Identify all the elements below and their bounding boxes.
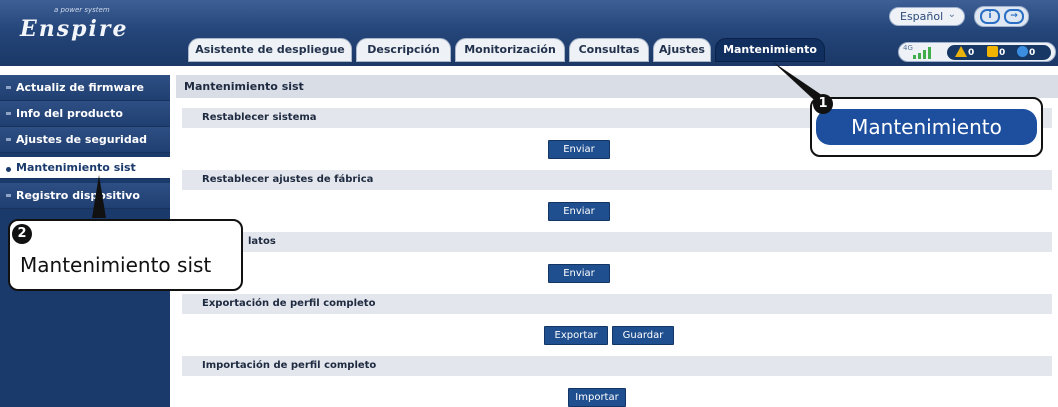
callout-1-label: Mantenimiento [816, 109, 1037, 145]
callout-arrows [92, 62, 835, 218]
callout-2-number: 2 [12, 224, 32, 244]
callout-2-pointer [92, 175, 106, 218]
callout-1-number: 1 [813, 94, 833, 114]
callout-1: Mantenimiento [810, 97, 1043, 157]
callout-2-label: Mantenimiento sist [20, 253, 212, 277]
callout-2: Mantenimiento sist [8, 219, 243, 291]
